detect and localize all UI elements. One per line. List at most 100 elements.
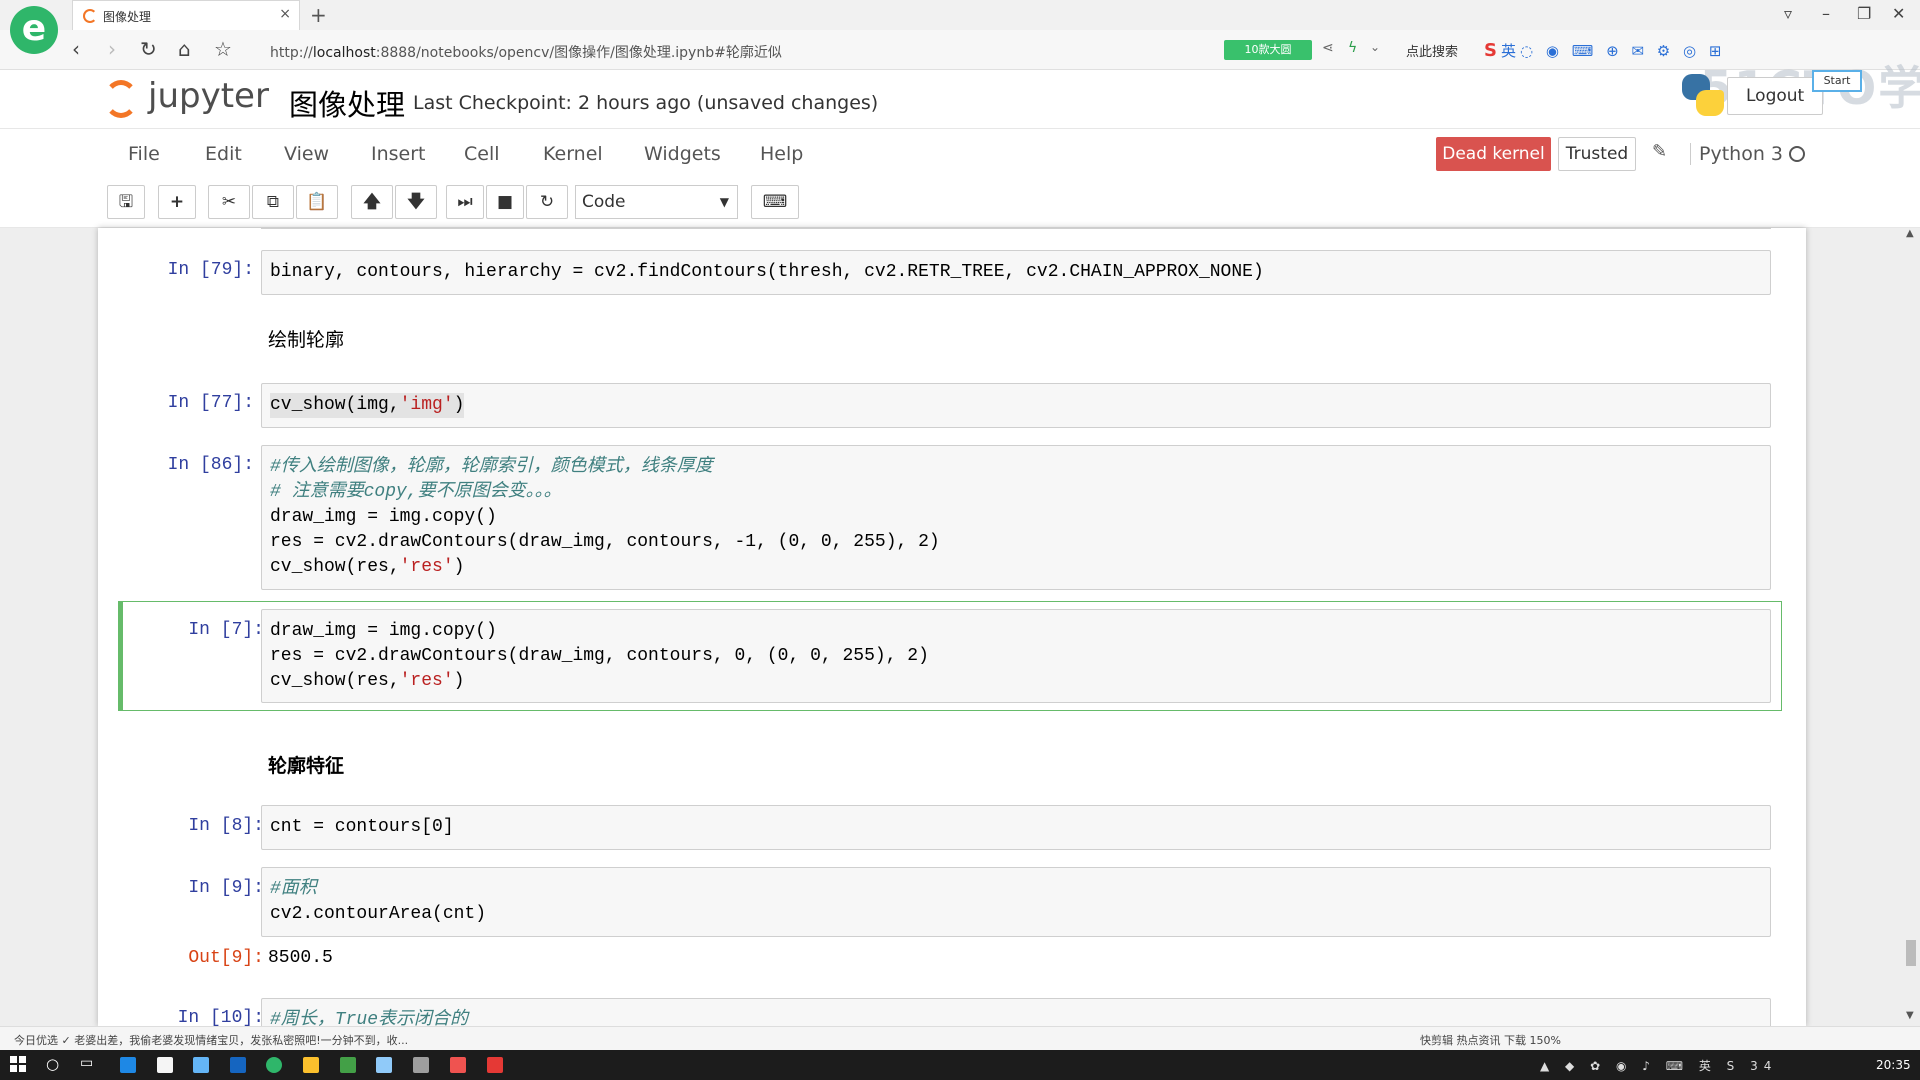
media-app-icon[interactable] — [487, 1057, 503, 1073]
code-cell-input[interactable]: #传入绘制图像，轮廓，轮廓索引，颜色模式，线条厚度 # 注意需要copy,要不原… — [261, 445, 1771, 590]
code-cell-input-active[interactable]: draw_img = img.copy() res = cv2.drawCont… — [261, 609, 1771, 703]
code-string: 'img' — [399, 395, 454, 415]
stop-icon[interactable]: ■ — [486, 185, 524, 219]
code-cell-input[interactable]: binary, contours, hierarchy = cv2.findCo… — [261, 250, 1771, 295]
minimize-icon[interactable]: – — [1822, 4, 1830, 23]
kernel-name: Python 3 — [1690, 143, 1783, 165]
back-icon[interactable]: ‹ — [72, 37, 80, 61]
browser-logo-icon: e — [10, 6, 58, 54]
menu-cell[interactable]: Cell — [464, 143, 500, 165]
system-tray[interactable]: ▲ ◆ ✿ ◉ ♪ ⌨ 英 S 34 — [1540, 1057, 1777, 1074]
recorder-app-icon[interactable] — [450, 1057, 466, 1073]
edge-app-icon[interactable] — [120, 1057, 136, 1073]
trusted-indicator[interactable]: Trusted — [1558, 137, 1636, 171]
menubar: File Edit View Insert Cell Kernel Widget… — [0, 128, 1920, 178]
plus-icon[interactable]: + — [158, 185, 196, 219]
ime-lang[interactable]: 英 — [1501, 42, 1520, 60]
menu-help[interactable]: Help — [760, 143, 803, 165]
cell-divider — [261, 228, 1771, 229]
arrow-down-icon[interactable]: 🡇 — [395, 185, 437, 219]
cut-icon[interactable]: ✂ — [208, 185, 250, 219]
markdown-heading[interactable]: 绘制轮廓 — [268, 325, 344, 352]
task-view-icon[interactable]: ▭ — [80, 1055, 93, 1071]
status-news-ticker[interactable]: 今日优选 ✓ 老婆出差，我偷老婆发现情绪宝贝，发张私密照吧!一分钟不到，收... — [14, 1032, 408, 1048]
cell-prompt: In [79]: — [167, 260, 254, 280]
cell-type-select[interactable]: Code ▼ — [575, 185, 738, 219]
menu-widgets[interactable]: Widgets — [644, 143, 721, 165]
search-icon[interactable]: ○ — [46, 1055, 59, 1073]
save-icon[interactable]: 🖫 — [107, 185, 145, 219]
copy-icon[interactable]: ⧉ — [252, 185, 294, 219]
code-comment: #传入绘制图像，轮廓，轮廓索引，颜色模式，线条厚度 — [270, 457, 713, 477]
jupyter-wordmark: jupyter — [148, 76, 269, 116]
url-field[interactable]: http://localhost:8888/notebooks/opencv/图… — [270, 42, 782, 62]
menu-edit[interactable]: Edit — [205, 143, 242, 165]
jupyter-ring-icon — [104, 80, 138, 118]
menu-view[interactable]: View — [284, 143, 329, 165]
restore-icon[interactable]: ❐ — [1857, 4, 1871, 23]
menu-insert[interactable]: Insert — [371, 143, 426, 165]
menu-kernel[interactable]: Kernel — [543, 143, 603, 165]
code-cell-input[interactable]: cnt = contours[0] — [261, 805, 1771, 850]
browser-tab-bar: 图像处理 × + ▿ – ❐ ✕ — [0, 0, 1920, 30]
output-prompt: Out[9]: — [188, 948, 264, 968]
favorite-star-icon[interactable]: ☆ — [214, 37, 232, 61]
keyboard-icon[interactable]: ⌨ — [751, 185, 799, 219]
code-line: cv2.contourArea(cnt) — [270, 904, 487, 924]
vscode-app-icon[interactable] — [230, 1057, 246, 1073]
code-cell-input[interactable]: #周长，True表示闭合的 — [261, 998, 1771, 1026]
reload-icon[interactable]: ↻ — [140, 37, 157, 61]
restart-icon[interactable]: ↻ — [526, 185, 568, 219]
dead-kernel-indicator[interactable]: Dead kernel — [1436, 137, 1551, 171]
run-icon[interactable]: ⏭ — [446, 185, 484, 219]
share-icon[interactable]: ⋖ — [1322, 40, 1334, 56]
url-prefix: http:// — [270, 45, 313, 61]
browser-app-icon[interactable] — [266, 1057, 282, 1073]
arrow-up-icon[interactable]: 🡅 — [351, 185, 393, 219]
code-line: cnt = contours[0] — [270, 817, 454, 837]
paste-icon[interactable]: 📋 — [296, 185, 338, 219]
home-icon[interactable]: ⌂ — [178, 37, 191, 61]
forward-icon[interactable]: › — [108, 37, 116, 61]
browser-status-bar: 今日优选 ✓ 老婆出差，我偷老婆发现情绪宝贝，发张私密照吧!一分钟不到，收...… — [0, 1026, 1920, 1050]
code-cell-input[interactable]: #面积 cv2.contourArea(cnt) — [261, 867, 1771, 937]
cell-type-value: Code — [582, 192, 626, 212]
cell-prompt: In [10]: — [177, 1008, 264, 1026]
code-comment: #面积 — [270, 879, 317, 899]
new-tab-button[interactable]: + — [310, 3, 327, 27]
search-hint[interactable]: 点此搜索 — [1406, 41, 1458, 60]
extension-icons[interactable]: S英◌ ◉ ⌨ ⊕ ✉ ⚙ ◎ ⊞ — [1484, 40, 1725, 61]
cell-prompt: In [9]: — [188, 878, 264, 898]
flash-icon[interactable]: ϟ — [1348, 40, 1357, 56]
store-app-icon[interactable] — [157, 1057, 173, 1073]
promo-badge[interactable]: 10款大圆 — [1224, 40, 1312, 60]
scrollbar-thumb[interactable] — [1906, 940, 1916, 966]
status-tools[interactable]: 快剪辑 热点资讯 下载 150% — [1420, 1032, 1561, 1048]
menu-file[interactable]: File — [128, 143, 160, 165]
windows-start-icon[interactable] — [10, 1056, 26, 1072]
tab-close-icon[interactable]: × — [279, 6, 291, 22]
mail-app-icon[interactable] — [193, 1057, 209, 1073]
markdown-heading[interactable]: 轮廓特征 — [268, 751, 344, 778]
scroll-down-arrow-icon[interactable]: ▼ — [1906, 1010, 1914, 1021]
sogou-ime-icon[interactable]: S — [1484, 40, 1501, 61]
tab-title: 图像处理 — [103, 10, 152, 24]
window-menu-icon[interactable]: ▿ — [1784, 4, 1792, 23]
start-button[interactable]: Start — [1812, 70, 1862, 92]
explorer-app-icon[interactable] — [303, 1057, 319, 1073]
code-string: 'res' — [399, 671, 454, 691]
window-app-icon[interactable] — [376, 1057, 392, 1073]
tool-app-icon[interactable] — [413, 1057, 429, 1073]
jupyter-favicon-icon — [83, 9, 97, 23]
logout-button[interactable]: Logout — [1727, 77, 1824, 115]
cell-output: 8500.5 — [268, 948, 333, 968]
notebook-title[interactable]: 图像处理 — [289, 82, 405, 124]
browser-tab[interactable]: 图像处理 × — [72, 0, 300, 30]
dropdown-icon[interactable]: ⌄ — [1370, 40, 1380, 54]
pycharm-app-icon[interactable] — [340, 1057, 356, 1073]
code-line: binary, contours, hierarchy = cv2.findCo… — [270, 262, 1264, 282]
scroll-up-arrow-icon[interactable]: ▲ — [1906, 228, 1914, 239]
window-close-icon[interactable]: ✕ — [1892, 4, 1905, 23]
code-cell-input[interactable]: cv_show(img,'img') — [261, 383, 1771, 428]
notebook-container: In [79]: binary, contours, hierarchy = c… — [98, 228, 1806, 1026]
